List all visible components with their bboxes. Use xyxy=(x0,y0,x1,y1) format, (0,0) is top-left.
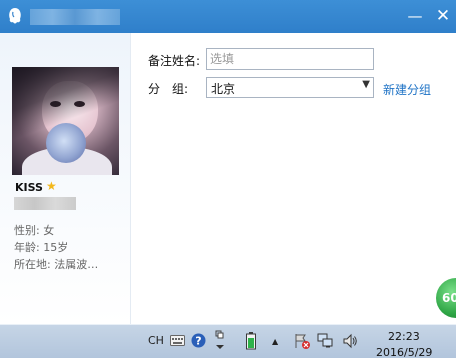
account-number-blurred xyxy=(14,197,76,210)
profile-location: 所在地: 法属波… xyxy=(14,258,99,271)
ime-indicator[interactable]: CH xyxy=(148,334,164,347)
volume-icon[interactable] xyxy=(342,333,358,349)
clock-date[interactable]: 2016/5/29 xyxy=(376,346,432,359)
group-label: 分 组: xyxy=(148,82,189,96)
network-icon[interactable] xyxy=(317,333,333,349)
show-hidden-icons-arrow-icon[interactable]: ▲ xyxy=(272,337,278,346)
new-group-link[interactable]: 新建分组 xyxy=(383,81,431,98)
profile-gender: 性别: 女 xyxy=(14,224,55,237)
group-select[interactable]: 北京 ▼ xyxy=(206,77,374,98)
dropdown-arrow-icon[interactable]: ▼ xyxy=(362,79,370,90)
remark-name-input[interactable] xyxy=(206,48,374,70)
close-button[interactable]: ✕ xyxy=(432,5,454,27)
language-bar-options-icon[interactable] xyxy=(214,329,226,353)
profile-username: KISS xyxy=(15,181,43,194)
battery-icon[interactable] xyxy=(246,332,256,350)
flag-alert-icon[interactable] xyxy=(294,333,310,349)
profile-age: 年龄: 15岁 xyxy=(14,241,69,254)
svg-text:?: ? xyxy=(195,335,201,348)
remark-name-label: 备注姓名: xyxy=(148,54,201,68)
group-selected-value: 北京 xyxy=(211,82,236,96)
minimize-button[interactable]: — xyxy=(404,5,426,27)
help-icon[interactable]: ? xyxy=(191,333,206,348)
star-icon: ★ xyxy=(46,179,57,193)
keyboard-icon[interactable] xyxy=(170,335,185,347)
avatar xyxy=(12,67,119,175)
floating-speed-badge[interactable]: 60 xyxy=(436,278,456,318)
title-bar: — ✕ xyxy=(0,0,456,33)
qq-penguin-icon xyxy=(9,8,21,24)
window-title-blurred xyxy=(30,9,120,25)
clock-time[interactable]: 22:23 xyxy=(388,330,420,343)
